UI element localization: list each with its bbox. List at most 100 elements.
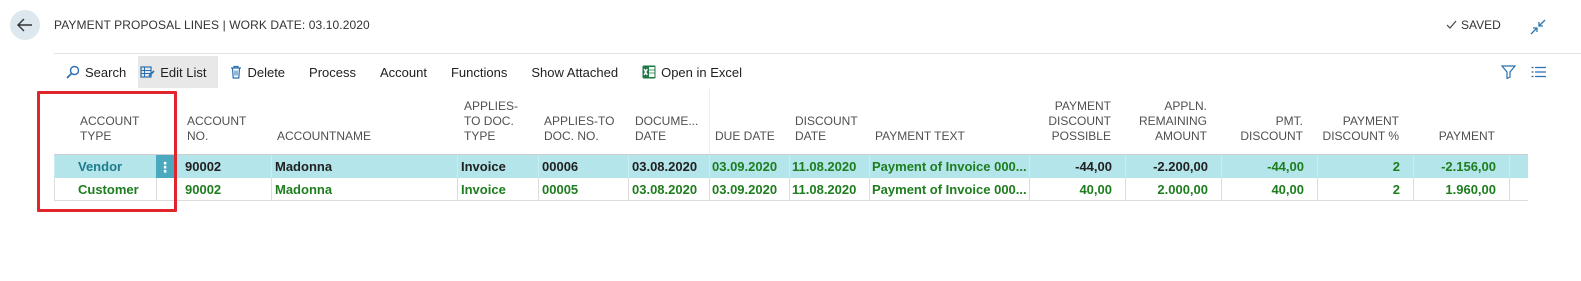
col-applies-to-doc-type[interactable]: APPLIES- TO DOC. TYPE bbox=[464, 99, 518, 144]
cell-account-type[interactable]: Customer bbox=[78, 178, 139, 201]
cell-due-date[interactable]: 03.09.2020 bbox=[712, 155, 777, 178]
cell-border bbox=[628, 178, 629, 201]
edit-list-button[interactable]: Edit List bbox=[138, 56, 219, 88]
col-payment-discount-possible[interactable]: PAYMENT DISCOUNT POSSIBLE bbox=[1048, 99, 1111, 144]
account-menu[interactable]: Account bbox=[368, 56, 439, 88]
back-button[interactable] bbox=[10, 10, 40, 40]
cell-border bbox=[1413, 155, 1414, 178]
collapse-button[interactable] bbox=[1529, 18, 1547, 36]
cell-border bbox=[1125, 155, 1126, 178]
cell-account-no[interactable]: 90002 bbox=[185, 155, 221, 178]
process-menu[interactable]: Process bbox=[297, 56, 368, 88]
filter-button[interactable] bbox=[1499, 64, 1517, 80]
cell-due-date[interactable]: 03.09.2020 bbox=[712, 178, 777, 201]
cell-discount-date[interactable]: 11.08.2020 bbox=[792, 155, 856, 178]
cell-pmt-discount[interactable]: 40,00 bbox=[1271, 178, 1304, 201]
edit-list-label: Edit List bbox=[160, 64, 207, 80]
col-payment[interactable]: PAYMENT bbox=[1439, 129, 1495, 144]
cell-border bbox=[1413, 178, 1414, 201]
cell-applies-to-doc-no[interactable]: 00006 bbox=[542, 155, 578, 178]
open-in-excel-button[interactable]: Open in Excel bbox=[630, 56, 754, 88]
cell-appln-remaining-amount[interactable]: 2.000,00 bbox=[1157, 178, 1208, 201]
functions-label: Functions bbox=[450, 64, 508, 80]
filter-icon bbox=[1500, 65, 1516, 79]
search-button[interactable]: Search bbox=[54, 56, 138, 88]
cell-border bbox=[1509, 178, 1510, 201]
col-payment-text[interactable]: PAYMENT TEXT bbox=[875, 129, 965, 144]
cell-border bbox=[54, 178, 55, 201]
col-pmt-discount[interactable]: PMT. DISCOUNT bbox=[1240, 114, 1303, 144]
col-pd-pct-line1: PAYMENT bbox=[1342, 114, 1399, 128]
col-account-type-line2: TYPE bbox=[80, 129, 112, 143]
col-account-name-line1: ACCOUNTNAME bbox=[277, 129, 372, 143]
cell-account-name[interactable]: Madonna bbox=[275, 178, 332, 201]
col-payment-discount-pct[interactable]: PAYMENT DISCOUNT % bbox=[1323, 114, 1399, 144]
col-pdp-line3: POSSIBLE bbox=[1051, 129, 1111, 143]
col-document-date[interactable]: DOCUME... DATE bbox=[635, 114, 698, 144]
cell-account-type[interactable]: Vendor bbox=[78, 155, 122, 178]
cell-border bbox=[271, 155, 272, 178]
col-account-name[interactable]: ACCOUNTNAME bbox=[277, 129, 371, 144]
show-attached-button[interactable]: Show Attached bbox=[519, 56, 630, 88]
cell-border bbox=[457, 178, 458, 201]
cell-border bbox=[174, 155, 175, 178]
cell-applies-to-doc-type[interactable]: Invoice bbox=[461, 178, 506, 201]
cell-border bbox=[869, 178, 870, 201]
table-row[interactable]: Customer 90002 Madonna Invoice 00005 03.… bbox=[54, 178, 1528, 201]
saved-status: SAVED bbox=[1446, 18, 1501, 32]
cell-border bbox=[538, 178, 539, 201]
edit-list-icon bbox=[140, 66, 155, 78]
cell-border bbox=[789, 155, 790, 178]
cell-border bbox=[709, 155, 710, 178]
col-applies-to-doc-no-line1: APPLIES-TO bbox=[544, 114, 615, 128]
more-dots-icon: ⋮ bbox=[158, 158, 172, 175]
cell-border bbox=[1029, 178, 1030, 201]
table-row[interactable]: Vendor ⋮ 90002 Madonna Invoice 00006 03.… bbox=[54, 155, 1528, 178]
cell-discount-date[interactable]: 11.08.2020 bbox=[792, 178, 856, 201]
cell-applies-to-doc-no[interactable]: 00005 bbox=[542, 178, 578, 201]
cell-payment-discount-pct[interactable]: 2 bbox=[1393, 178, 1400, 201]
cell-border bbox=[538, 155, 539, 178]
col-pdp-line2: DISCOUNT bbox=[1048, 114, 1111, 128]
cell-account-name[interactable]: Madonna bbox=[275, 155, 332, 178]
col-appln-remaining-amount[interactable]: APPLN. REMAINING AMOUNT bbox=[1139, 99, 1207, 144]
cell-payment-discount-pct[interactable]: 2 bbox=[1393, 155, 1400, 178]
delete-label: Delete bbox=[247, 64, 286, 80]
cell-border bbox=[789, 178, 790, 201]
col-account-type[interactable]: ACCOUNT TYPE bbox=[80, 114, 139, 144]
col-pd-pct-line2: DISCOUNT % bbox=[1322, 129, 1399, 143]
cell-border bbox=[1221, 155, 1222, 178]
col-pdp-line1: PAYMENT bbox=[1054, 99, 1111, 113]
cell-border bbox=[1125, 178, 1126, 201]
cell-payment-text[interactable]: Payment of Invoice 000... bbox=[872, 178, 1027, 201]
cell-document-date[interactable]: 03.08.2020 bbox=[632, 155, 697, 178]
trash-icon bbox=[231, 65, 242, 79]
col-pmt-discount-line2: DISCOUNT bbox=[1240, 129, 1303, 143]
col-payment-line1: PAYMENT bbox=[1438, 129, 1495, 143]
col-document-date-line2: DATE bbox=[635, 129, 667, 143]
cell-payment[interactable]: 1.960,00 bbox=[1445, 178, 1496, 201]
cell-appln-remaining-amount[interactable]: -2.200,00 bbox=[1153, 155, 1208, 178]
cell-pmt-discount[interactable]: -44,00 bbox=[1267, 155, 1304, 178]
cell-payment-discount-possible[interactable]: -44,00 bbox=[1075, 155, 1112, 178]
cell-border bbox=[709, 178, 710, 201]
delete-button[interactable]: Delete bbox=[218, 56, 297, 88]
functions-menu[interactable]: Functions bbox=[439, 56, 519, 88]
cell-account-no[interactable]: 90002 bbox=[185, 178, 221, 201]
col-applies-to-doc-no[interactable]: APPLIES-TO DOC. NO. bbox=[544, 114, 614, 144]
cell-document-date[interactable]: 03.08.2020 bbox=[632, 178, 697, 201]
col-discount-date[interactable]: DISCOUNT DATE bbox=[795, 114, 858, 144]
cell-applies-to-doc-type[interactable]: Invoice bbox=[461, 155, 506, 178]
cell-border bbox=[156, 178, 157, 201]
cell-payment[interactable]: -2.156,00 bbox=[1441, 155, 1496, 178]
cell-border bbox=[457, 155, 458, 178]
row-actions-button[interactable]: ⋮ bbox=[156, 155, 174, 178]
col-account-no[interactable]: ACCOUNT NO. bbox=[187, 114, 246, 144]
cell-payment-discount-possible[interactable]: 40,00 bbox=[1079, 178, 1112, 201]
col-pmt-discount-line1: PMT. bbox=[1275, 114, 1303, 128]
list-view-button[interactable] bbox=[1529, 64, 1547, 80]
col-discount-date-line2: DATE bbox=[795, 129, 827, 143]
cell-payment-text[interactable]: Payment of Invoice 000... bbox=[872, 155, 1027, 178]
col-due-date[interactable]: DUE DATE bbox=[715, 129, 775, 144]
col-account-no-line2: NO. bbox=[187, 129, 209, 143]
